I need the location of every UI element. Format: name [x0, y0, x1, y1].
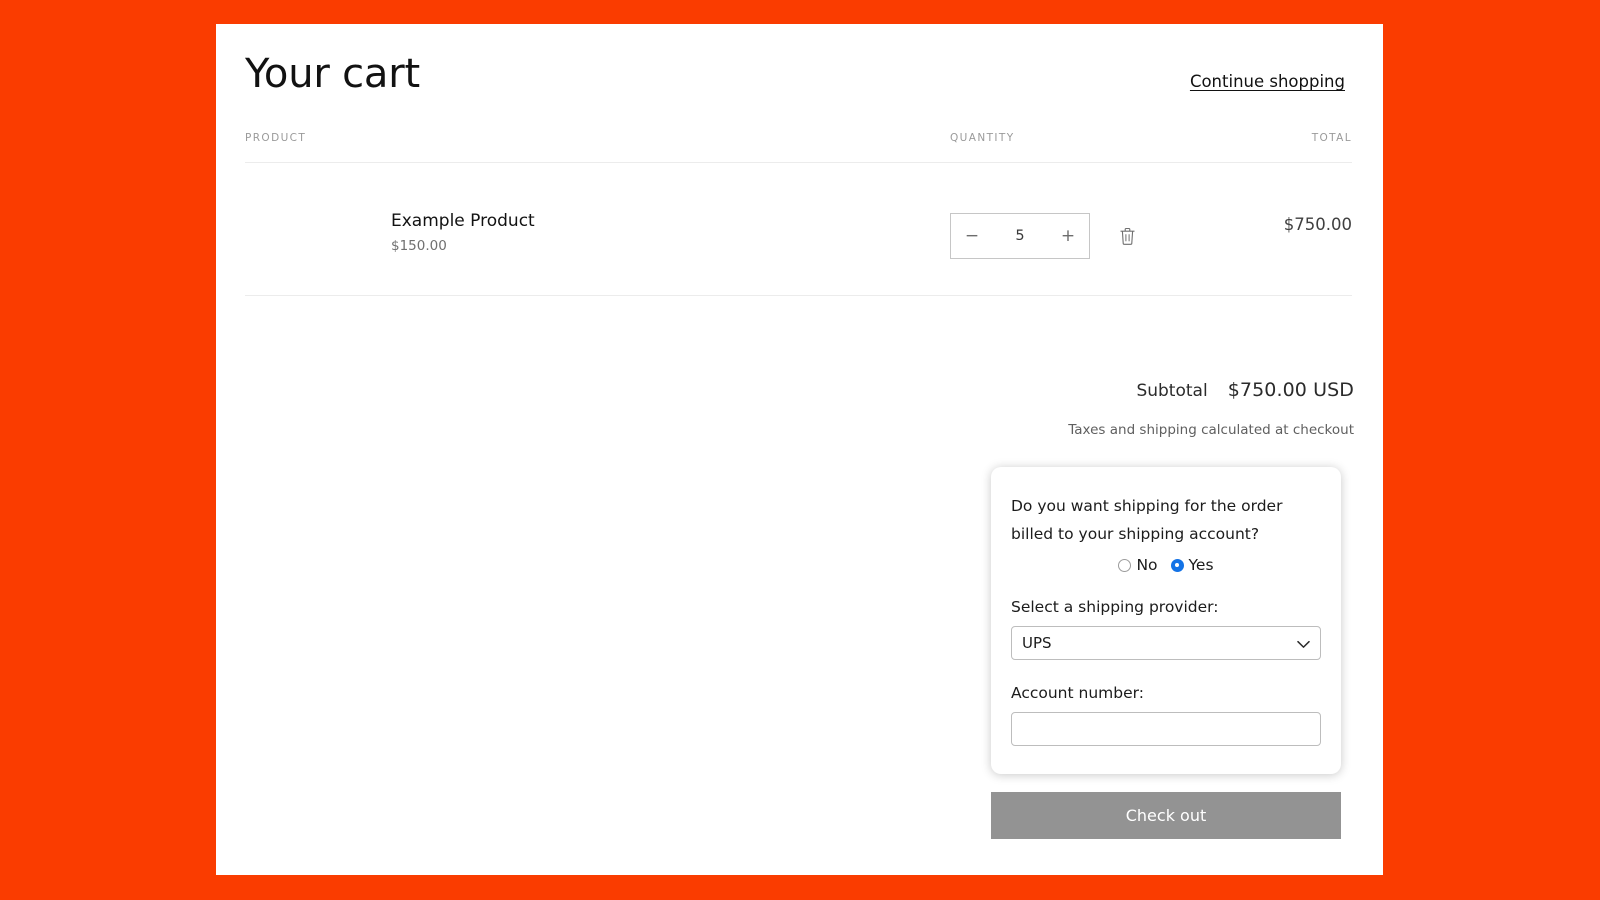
- account-number-label: Account number:: [1011, 682, 1321, 704]
- totals-block: Subtotal $750.00 USD Taxes and shipping …: [754, 379, 1354, 438]
- subtotal-label: Subtotal: [1136, 381, 1207, 401]
- row-line-total: $750.00: [1284, 215, 1352, 234]
- product-title[interactable]: Example Product: [391, 210, 535, 232]
- remove-item-button[interactable]: [1115, 223, 1139, 249]
- radio-unchecked-icon: [1118, 559, 1131, 572]
- column-header-quantity: QUANTITY: [950, 132, 1015, 144]
- radio-checked-icon: [1171, 559, 1184, 572]
- account-number-input[interactable]: [1011, 712, 1321, 746]
- product-unit-price: $150.00: [391, 237, 535, 255]
- quantity-value[interactable]: 5: [993, 228, 1047, 244]
- continue-shopping-link[interactable]: Continue shopping: [1190, 72, 1345, 92]
- cart-table: PRODUCT QUANTITY TOTAL Example Product $…: [245, 132, 1352, 296]
- shipping-provider-label: Select a shipping provider:: [1011, 596, 1321, 618]
- shipping-radio-yes-label: Yes: [1189, 556, 1214, 574]
- shipping-provider-select[interactable]: UPS: [1011, 626, 1321, 660]
- shipping-provider-select-wrap: UPS: [1011, 626, 1321, 660]
- column-header-product: PRODUCT: [245, 132, 306, 144]
- quantity-decrease-button[interactable]: −: [951, 214, 993, 258]
- page-title: Your cart: [245, 50, 420, 98]
- table-row: Example Product $150.00 − 5 +: [245, 163, 1352, 295]
- quantity-stepper: − 5 +: [950, 213, 1090, 259]
- product-info: Example Product $150.00: [391, 210, 535, 255]
- table-divider-bottom: [245, 295, 1352, 296]
- shipping-provider-value: UPS: [1022, 634, 1052, 652]
- quantity-increase-button[interactable]: +: [1047, 214, 1089, 258]
- shipping-question-text: Do you want shipping for the order bille…: [1011, 492, 1321, 548]
- shipping-radio-no-label: No: [1136, 556, 1157, 574]
- shipping-radio-yes[interactable]: Yes: [1171, 556, 1214, 574]
- shipping-radio-no[interactable]: No: [1118, 556, 1157, 574]
- cart-table-header: PRODUCT QUANTITY TOTAL: [245, 132, 1352, 162]
- trash-icon: [1119, 227, 1136, 246]
- tax-shipping-note: Taxes and shipping calculated at checkou…: [754, 422, 1354, 438]
- subtotal-value: $750.00 USD: [1228, 379, 1354, 401]
- shipping-radio-group: No Yes: [1011, 556, 1321, 574]
- cart-header: Your cart Continue shopping: [245, 50, 1345, 110]
- shipping-account-dialog: Do you want shipping for the order bille…: [991, 467, 1341, 774]
- column-header-total: TOTAL: [1312, 132, 1352, 144]
- quantity-controls: − 5 +: [950, 213, 1139, 259]
- checkout-button[interactable]: Check out: [991, 792, 1341, 839]
- subtotal-row: Subtotal $750.00 USD: [754, 379, 1354, 401]
- cart-card: Your cart Continue shopping PRODUCT QUAN…: [216, 24, 1383, 875]
